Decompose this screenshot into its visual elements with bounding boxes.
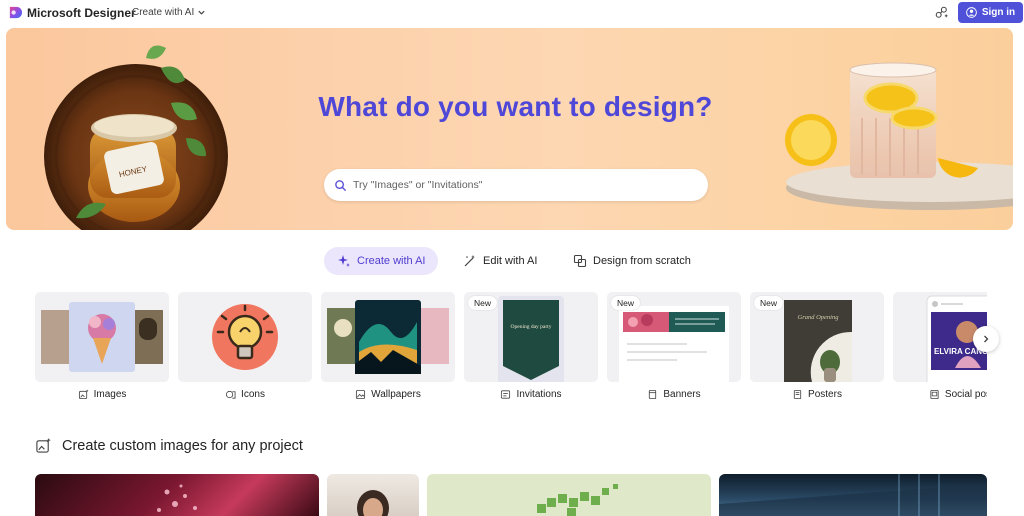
tab-design-from-scratch[interactable]: Design from scratch [560,247,704,275]
example-image-card[interactable] [427,474,711,516]
tab-edit-with-ai[interactable]: Edit with AI [450,247,550,275]
search-icon [335,179,347,191]
wallpaper-icon [356,389,366,400]
category-label-text: Icons [241,389,265,400]
image-sparkle-icon [78,389,89,400]
category-card-invitations[interactable]: Opening day party New Invitations [464,292,598,412]
example-image-card[interactable] [719,474,987,516]
banners-thumbnail: New [607,292,741,382]
category-label-text: Posters [808,389,842,400]
social-post-icon [930,389,939,400]
new-badge: New [611,296,641,310]
magic-wand-icon [464,255,475,267]
search-input[interactable] [353,179,693,191]
tech-art [719,474,987,516]
hero-banner: HONEY What do you want to design? Try "I… [6,28,1013,230]
lightbulb-art [212,304,278,370]
images-thumbnail [35,292,169,382]
category-card-wallpapers[interactable]: Wallpapers [321,292,455,412]
designer-logo-icon[interactable] [8,5,23,20]
section-title: Create custom images for any project [62,437,303,454]
category-label: Posters [750,389,884,400]
sign-in-label: Sign in [981,7,1016,18]
chevron-right-icon [984,335,989,343]
share-icon[interactable] [934,5,949,20]
cubes-art [537,484,618,516]
person-icon [966,7,977,18]
hero-title: What do you want to design? [318,91,713,122]
poster-title-text: Grand Opening [798,314,840,321]
category-label-text: Banners [663,389,701,400]
honey-jar-illustration: HONEY [44,45,228,230]
category-label-text: Images [93,389,127,400]
banner-icon [649,389,657,400]
brand-name[interactable]: Microsoft Designer [27,6,136,20]
tab-label: Create with AI [357,255,426,267]
category-carousel: Images Icons Wallpapers Opening day part… [35,292,987,412]
category-label: Icons [178,389,312,400]
category-label-text: Wallpapers [371,389,421,400]
posters-thumbnail: Grand Opening New [750,292,884,382]
category-label: Social pos [893,389,987,400]
example-image-card[interactable] [327,474,419,516]
example-image-card[interactable] [35,474,319,516]
category-label: Invitations [464,389,598,400]
top-bar: Microsoft Designer Create with AI Sign i… [0,0,1024,26]
sign-in-button[interactable]: Sign in [958,2,1023,23]
portrait-art [357,490,389,516]
new-badge: New [468,296,498,310]
chevron-down-icon [198,10,205,15]
invitations-thumbnail: Opening day party New [464,292,598,382]
icons-icon [226,390,236,399]
splash-art [157,484,197,512]
sparkle-icon [338,255,350,267]
aurora-art [327,300,449,374]
icons-thumbnail [178,292,312,382]
images-preview-art [41,302,163,372]
carousel-next-button[interactable] [973,326,999,352]
invitation-icon [501,390,511,399]
shapes-icon [573,254,587,268]
lemon-drink-illustration [785,62,1013,210]
image-sparkle-icon [36,437,51,453]
category-label-text: Invitations [516,389,562,400]
new-badge: New [754,296,784,310]
category-card-images[interactable]: Images [35,292,169,412]
category-label-text: Social pos [944,389,987,400]
tab-create-with-ai[interactable]: Create with AI [324,247,439,275]
category-card-social-posts[interactable]: ELVIRA CANO Social pos [893,292,987,412]
tab-label: Design from scratch [593,255,691,267]
design-search-box[interactable] [324,169,708,201]
category-label: Banners [607,389,741,400]
create-with-ai-menu[interactable]: Create with AI [132,7,206,18]
category-card-posters[interactable]: Grand Opening New Posters [750,292,884,412]
section-heading: Create custom images for any project [35,437,303,454]
invitation-title-text: Opening day party [511,324,552,330]
category-label: Images [35,389,169,400]
wallpapers-thumbnail [321,292,455,382]
category-label: Wallpapers [321,389,455,400]
category-card-banners[interactable]: New Banners [607,292,741,412]
category-card-icons[interactable]: Icons [178,292,312,412]
mode-tabs: Create with AI Edit with AI Design from … [0,246,1024,276]
tab-label: Edit with AI [483,255,538,267]
create-menu-label: Create with AI [132,7,195,18]
poster-icon [793,389,802,400]
